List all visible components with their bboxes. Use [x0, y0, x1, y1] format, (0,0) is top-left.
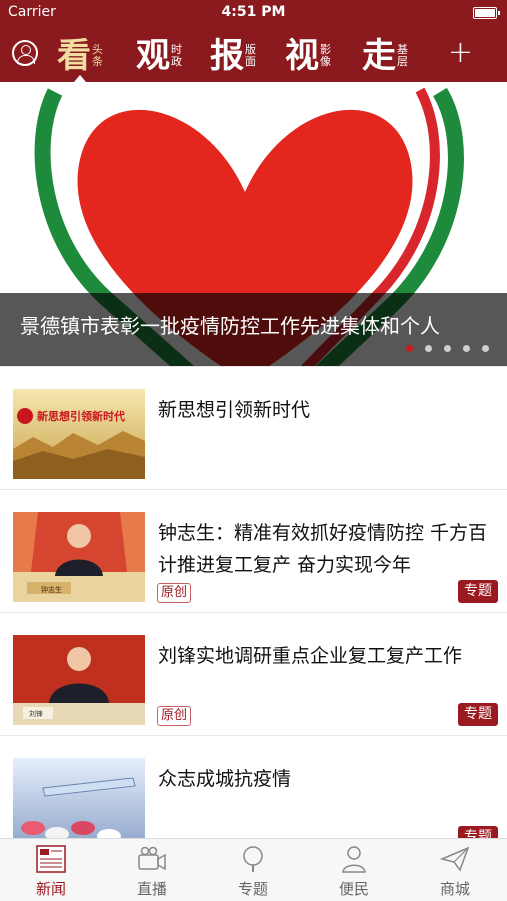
video-camera-icon: [138, 846, 166, 871]
nav-category-grassroots[interactable]: 走 基层: [362, 36, 409, 76]
nav-category-sub: 影像: [320, 43, 331, 68]
user-profile-icon[interactable]: [12, 40, 38, 66]
nav-category-sub: 版面: [245, 43, 256, 68]
nav-category-main: 观: [136, 36, 170, 76]
nav-category-main: 视: [285, 36, 319, 76]
topic-badge[interactable]: 专题: [458, 580, 498, 603]
thumbnail-caption: 钟志生: [41, 585, 62, 594]
tab-live[interactable]: 直播: [102, 839, 202, 901]
nav-category-newspaper[interactable]: 报 版面: [210, 36, 257, 76]
active-category-caret: [74, 75, 86, 82]
nav-category-main: 走: [362, 36, 396, 76]
magnifier-icon: [243, 846, 263, 872]
nav-category-politics[interactable]: 观 时政: [136, 36, 183, 76]
original-tag: 原创: [157, 706, 192, 726]
news-thumbnail: [13, 758, 145, 848]
carousel-dot[interactable]: [425, 345, 432, 352]
carousel-dot[interactable]: [444, 345, 451, 352]
news-item[interactable]: 刘锋 刘锋实地调研重点企业复工复产工作 原创 专题: [0, 612, 507, 733]
news-thumbnail: 新思想引领新时代: [13, 389, 145, 479]
newspaper-icon: [36, 845, 66, 873]
paper-plane-icon: [440, 846, 470, 872]
news-item[interactable]: 新思想引领新时代 新思想引领新时代: [0, 366, 507, 487]
news-title: 众志成城抗疫情: [158, 768, 292, 790]
tab-news[interactable]: 新闻: [1, 839, 101, 901]
add-category-button[interactable]: +: [448, 38, 473, 68]
tab-mall[interactable]: 商城: [405, 839, 505, 901]
carousel-dots: [406, 345, 489, 352]
headline-banner[interactable]: 景德镇市表彰一批疫情防控工作先进集体和个人: [0, 82, 507, 366]
news-thumbnail: 刘锋: [13, 635, 145, 725]
topic-badge[interactable]: 专题: [458, 703, 498, 726]
status-bar: Carrier 4:51 PM: [0, 0, 507, 26]
nav-category-sub: 头条: [92, 43, 103, 68]
banner-caption: 景德镇市表彰一批疫情防控工作先进集体和个人: [20, 314, 440, 338]
nav-category-main: 报: [210, 36, 244, 76]
tab-topics[interactable]: 专题: [203, 839, 303, 901]
tab-label: 专题: [237, 880, 268, 898]
nav-category-sub: 基层: [397, 43, 408, 68]
carousel-dot[interactable]: [463, 345, 470, 352]
bottom-tab-bar: 新闻 直播 专题 便民 商城: [0, 838, 507, 901]
nav-category-main: 看: [57, 36, 91, 76]
battery-icon: [473, 7, 500, 19]
news-title: 新思想引领新时代: [158, 399, 311, 421]
tab-convenience[interactable]: 便民: [304, 839, 404, 901]
thumbnail-caption: 刘锋: [29, 709, 43, 718]
original-tag: 原创: [157, 583, 192, 603]
carousel-dot[interactable]: [406, 345, 413, 352]
news-thumbnail: 钟志生: [13, 512, 145, 602]
tab-label: 新闻: [35, 880, 66, 898]
nav-category-video[interactable]: 视 影像: [285, 36, 332, 76]
top-header: Carrier 4:51 PM 看 头条 观 时政 报 版面 视 影像 走 基层…: [0, 0, 507, 82]
news-item[interactable]: 钟志生 钟志生：精准有效抓好疫情防控 千方百计推进复工复产 奋力实现今年 原创 …: [0, 489, 507, 610]
nav-category-sub: 时政: [171, 43, 182, 68]
tab-label: 直播: [136, 880, 167, 898]
clock: 4:51 PM: [221, 4, 286, 20]
tab-label: 商城: [439, 880, 470, 898]
carousel-dot[interactable]: [482, 345, 489, 352]
category-nav: 看 头条 观 时政 报 版面 视 影像 走 基层 +: [0, 30, 507, 82]
thumbnail-caption: 新思想引领新时代: [37, 409, 125, 423]
tab-label: 便民: [338, 880, 369, 898]
nav-category-headline[interactable]: 看 头条: [57, 36, 104, 76]
news-title: 刘锋实地调研重点企业复工复产工作: [158, 645, 463, 667]
person-icon: [342, 846, 366, 873]
news-title: 钟志生：精准有效抓好疫情防控 千方百计推进复工复产 奋力实现今年: [158, 522, 488, 576]
